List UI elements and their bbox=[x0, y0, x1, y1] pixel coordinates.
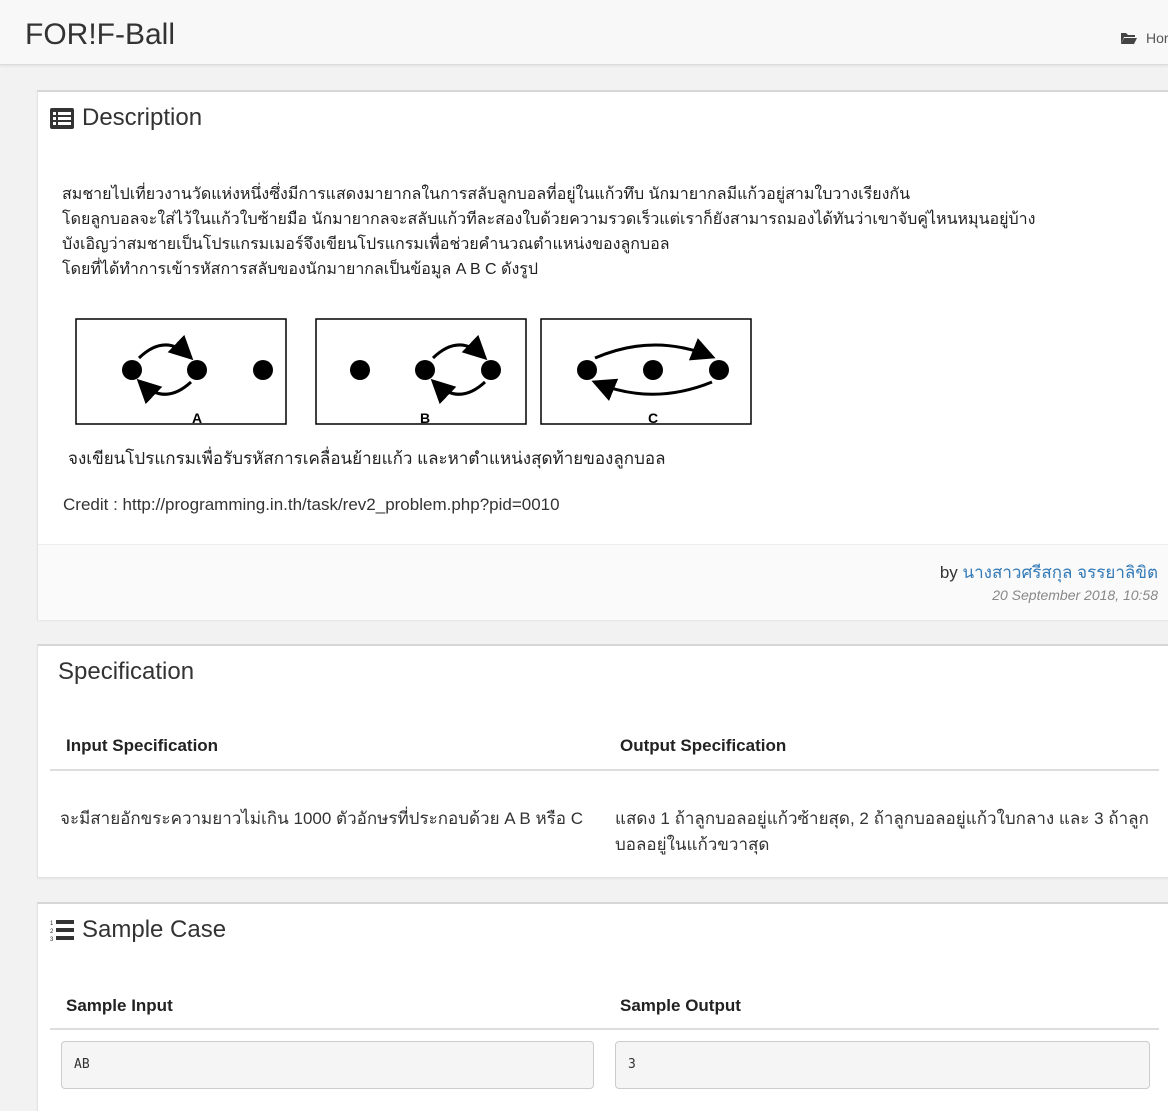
breadcrumb-home-label[interactable]: Hor bbox=[1146, 30, 1168, 46]
diagram-label-c: C bbox=[648, 410, 658, 426]
output-spec-line: แสดง 1 ถ้าลูกบอลอยู่แก้วซ้ายสุด, 2 ถ้าลู… bbox=[615, 809, 1149, 828]
description-line: โดยที่ได้ทำการเข้ารหัสการสลับของนักมายาก… bbox=[62, 261, 539, 278]
sample-input-box[interactable]: AB bbox=[61, 1041, 594, 1089]
output-spec-text: แสดง 1 ถ้าลูกบอลอยู่แก้วซ้ายสุด, 2 ถ้าลู… bbox=[615, 806, 1160, 858]
input-spec-header: Input Specification bbox=[66, 736, 219, 755]
diagram-box-a: A bbox=[75, 318, 287, 426]
description-footer: by นางสาวศรีสกุล จรรยาลิขิต 20 September… bbox=[38, 544, 1168, 620]
specification-panel: Specification Input Specification Output… bbox=[37, 644, 1168, 878]
svg-text:1: 1 bbox=[50, 921, 54, 927]
input-spec-text: จะมีสายอักขระความยาวไม่เกิน 1000 ตัวอักษ… bbox=[60, 809, 584, 828]
sample-input-header: Sample Input bbox=[66, 996, 173, 1015]
ordered-list-icon: 1 2 3 bbox=[50, 920, 74, 941]
description-line: บังเอิญว่าสมชายเป็นโปรแกรมเมอร์จึงเขียนโ… bbox=[62, 236, 670, 253]
top-navbar: FOR!F-Ball Hor bbox=[0, 0, 1168, 65]
output-spec-header: Output Specification bbox=[620, 736, 787, 755]
swap-diagram: A B C bbox=[75, 318, 752, 426]
sample-case-heading: 1 2 3 Sample Case bbox=[50, 916, 226, 944]
diagram-label-a: A bbox=[192, 410, 202, 426]
credit-line: Credit : http://programming.in.th/task/r… bbox=[63, 495, 560, 514]
description-paragraph: สมชายไปเที่ยวงานวัดแห่งหนึ่งซึ่งมีการแสด… bbox=[62, 182, 1035, 282]
output-spec-line: บอลอยู่ในแก้วขวาสุด bbox=[615, 835, 770, 854]
specification-heading: Specification bbox=[58, 658, 194, 686]
by-label: by bbox=[939, 563, 958, 582]
breadcrumb-home[interactable]: Hor bbox=[1120, 30, 1168, 46]
sample-output-header: Sample Output bbox=[620, 996, 741, 1015]
diagram-label-b: B bbox=[420, 410, 430, 426]
list-alt-icon bbox=[50, 107, 74, 129]
sample-header-divider bbox=[50, 1028, 1159, 1030]
diagram-box-b: B bbox=[315, 318, 527, 426]
description-line: สมชายไปเที่ยวงานวัดแห่งหนึ่งซึ่งมีการแสด… bbox=[62, 186, 910, 203]
author-link[interactable]: นางสาวศรีสกุล จรรยาลิขิต bbox=[963, 563, 1158, 582]
svg-text:3: 3 bbox=[50, 937, 54, 941]
description-title: Description bbox=[82, 104, 203, 131]
svg-text:2: 2 bbox=[50, 929, 54, 935]
diagram-box-c: C bbox=[540, 318, 752, 426]
post-date: 20 September 2018, 10:58 bbox=[992, 587, 1158, 603]
author-line: by นางสาวศรีสกุล จรรยาลิขิต bbox=[940, 559, 1158, 586]
specification-title: Specification bbox=[58, 658, 195, 685]
sample-case-title: Sample Case bbox=[82, 916, 227, 943]
folder-open-icon bbox=[1121, 33, 1137, 44]
description-line: โดยลูกบอลจะใส่ไว้ในแก้วใบซ้ายมือ นักมายา… bbox=[62, 211, 1036, 228]
description-panel: Description สมชายไปเที่ยวงานวัดแห่งหนึ่ง… bbox=[37, 90, 1168, 620]
description-heading: Description bbox=[50, 104, 202, 132]
sample-output-box[interactable]: 3 bbox=[615, 1041, 1150, 1089]
page-title: FOR!F-Ball bbox=[25, 18, 175, 51]
task-statement: จงเขียนโปรแกรมเพื่อรับรหัสการเคลื่อนย้าย… bbox=[68, 449, 666, 468]
spec-header-divider bbox=[50, 769, 1159, 771]
sample-case-panel: 1 2 3 Sample Case Sample Input Sample Ou… bbox=[37, 902, 1168, 1111]
